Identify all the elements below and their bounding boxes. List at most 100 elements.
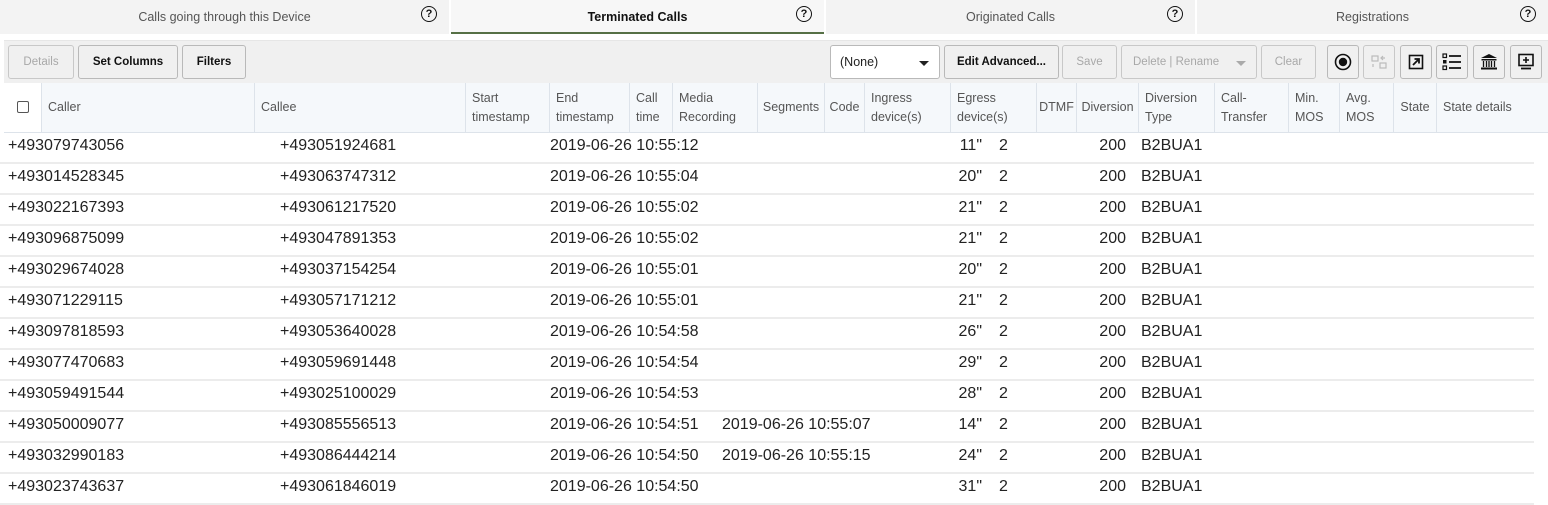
select-all-checkbox[interactable] [17, 101, 29, 113]
call-time-cell: 20" [958, 168, 982, 185]
diversion-cell: B2BUA1 [1141, 168, 1203, 185]
add-screen-button[interactable] [1510, 45, 1542, 79]
callee-cell: +493051924681 [280, 137, 397, 154]
call-time-cell: 21" [958, 292, 982, 309]
table-row[interactable]: +493014528345 +493063747312 2019-06-26 10:… [0, 164, 1534, 195]
caller-cell: +493014528345 [8, 168, 125, 185]
tab-label: Terminated Calls [587, 10, 688, 24]
call-time-cell: 28" [958, 385, 982, 402]
caller-cell: +493079743056 [8, 137, 125, 154]
segments-cell: 2 [999, 416, 1008, 433]
compare-button[interactable] [1363, 45, 1395, 79]
column-header-state-details[interactable]: State details [1436, 83, 1548, 132]
table-row[interactable]: +493096875099 +493047891353 2019-06-26 10:… [0, 226, 1534, 257]
start-timestamp-cell: 2019-06-26 10:55:02 [550, 230, 699, 247]
start-timestamp-cell: 2019-06-26 10:54:58 [550, 323, 699, 340]
column-header-dtmf[interactable]: DTMF [1036, 83, 1076, 132]
export-icon [1408, 54, 1424, 70]
callee-cell: +493086444214 [280, 447, 397, 464]
diversion-cell: B2BUA1 [1141, 199, 1203, 216]
column-header-avg-mos[interactable]: Avg. MOS [1339, 83, 1393, 132]
edit-advanced-button[interactable]: Edit Advanced... [944, 45, 1059, 79]
list-icon [1442, 53, 1461, 71]
save-button[interactable]: Save [1062, 45, 1117, 79]
callee-cell: +493059691448 [280, 354, 397, 371]
column-header-media-recording[interactable]: Media Recording [672, 83, 757, 132]
column-header-state[interactable]: State [1393, 83, 1436, 132]
caller-cell: +493097818593 [8, 323, 125, 340]
start-timestamp-cell: 2019-06-26 10:54:50 [550, 447, 699, 464]
column-header-end[interactable]: End timestamp [549, 83, 629, 132]
start-timestamp-cell: 2019-06-26 10:55:01 [550, 292, 699, 309]
call-time-cell: 14" [958, 416, 982, 433]
table-row[interactable]: +493071229115 +493057171212 2019-06-26 10:… [0, 288, 1534, 319]
segments-cell: 2 [999, 261, 1008, 278]
set-columns-button[interactable]: Set Columns [78, 45, 178, 79]
table-row[interactable]: +493097818593 +493053640028 2019-06-26 10:… [0, 319, 1534, 350]
filter-preset-select[interactable]: (None) [830, 45, 940, 79]
column-header-min-mos[interactable]: Min. MOS [1288, 83, 1339, 132]
table-row[interactable]: +493022167393 +493061217520 2019-06-26 10:… [0, 195, 1534, 226]
code-cell: 200 [1099, 354, 1126, 371]
table-row[interactable]: +493023743637 +493061846019 2019-06-26 10:… [0, 474, 1534, 505]
column-header-egress[interactable]: Egress device(s) [950, 83, 1036, 132]
caller-cell: +493050009077 [8, 416, 125, 433]
code-cell: 200 [1099, 323, 1126, 340]
column-header-call-transfer[interactable]: Call-Transfer [1214, 83, 1288, 132]
column-header-diversion-type[interactable]: Diversion Type [1138, 83, 1214, 132]
details-button[interactable]: Details [8, 45, 74, 79]
list-view-button[interactable] [1436, 45, 1468, 79]
column-header-callee[interactable]: Callee [254, 83, 465, 132]
export-button[interactable] [1400, 45, 1432, 79]
column-header-call-time[interactable]: Call time [629, 83, 672, 132]
table-row[interactable]: +493032990183 +493086444214 2019-06-26 10:… [0, 443, 1534, 474]
call-time-cell: 21" [958, 230, 982, 247]
caller-cell: +493032990183 [8, 447, 125, 464]
delete-rename-button[interactable]: Delete | Rename [1121, 45, 1257, 79]
column-header-start[interactable]: Start timestamp [465, 83, 549, 132]
toolbar: Details Set Columns Filters (None) Edit … [4, 40, 1548, 83]
table-row[interactable]: +493079743056 +493051924681 2019-06-26 10:… [0, 133, 1534, 164]
chevron-down-icon [919, 61, 929, 66]
table-row[interactable]: +493029674028 +493037154254 2019-06-26 10:… [0, 257, 1534, 288]
column-header-diversion[interactable]: Diversion [1076, 83, 1138, 132]
record-button[interactable] [1327, 45, 1359, 79]
code-cell: 200 [1099, 447, 1126, 464]
column-header-ingress[interactable]: Ingress device(s) [864, 83, 950, 132]
clear-button[interactable]: Clear [1261, 45, 1316, 79]
caller-cell: +493029674028 [8, 261, 125, 278]
column-header-segments[interactable]: Segments [757, 83, 824, 132]
help-icon[interactable]: ? [1167, 6, 1183, 22]
segments-cell: 2 [999, 447, 1008, 464]
help-icon[interactable]: ? [796, 6, 812, 22]
call-time-cell: 24" [958, 447, 982, 464]
segments-cell: 2 [999, 385, 1008, 402]
table-row[interactable]: +493059491544 +493025100029 2019-06-26 10:… [0, 381, 1534, 412]
call-time-cell: 11" [959, 137, 982, 154]
column-header-code[interactable]: Code [824, 83, 864, 132]
help-icon[interactable]: ? [1520, 6, 1536, 22]
callee-cell: +493063747312 [280, 168, 397, 185]
bank-icon [1481, 54, 1497, 70]
table-row[interactable]: +493050009077 +493085556513 2019-06-26 10:… [0, 412, 1534, 443]
tab-registrations[interactable]: Registrations ? [1197, 0, 1548, 34]
help-icon[interactable]: ? [421, 6, 437, 22]
callee-cell: +493053640028 [280, 323, 397, 340]
diversion-cell: B2BUA1 [1141, 478, 1203, 495]
diversion-cell: B2BUA1 [1141, 137, 1203, 154]
filters-button[interactable]: Filters [182, 45, 246, 79]
tab-calls-through-device[interactable]: Calls going through this Device ? [0, 0, 451, 34]
bank-button[interactable] [1473, 45, 1505, 79]
tab-label: Originated Calls [966, 10, 1055, 24]
delete-rename-label: Delete | Rename [1133, 56, 1220, 68]
tab-originated-calls[interactable]: Originated Calls ? [826, 0, 1197, 34]
table-header: Caller Callee Start timestamp End timest… [4, 83, 1548, 133]
segments-cell: 2 [999, 354, 1008, 371]
table-row[interactable]: +493077470683 +493059691448 2019-06-26 10:… [0, 350, 1534, 381]
diversion-cell: B2BUA1 [1141, 261, 1203, 278]
column-header-caller[interactable]: Caller [41, 83, 254, 132]
segments-cell: 2 [999, 478, 1008, 495]
segments-cell: 2 [999, 168, 1008, 185]
tab-terminated-calls[interactable]: Terminated Calls ? [451, 0, 826, 34]
start-timestamp-cell: 2019-06-26 10:55:12 [550, 137, 699, 154]
